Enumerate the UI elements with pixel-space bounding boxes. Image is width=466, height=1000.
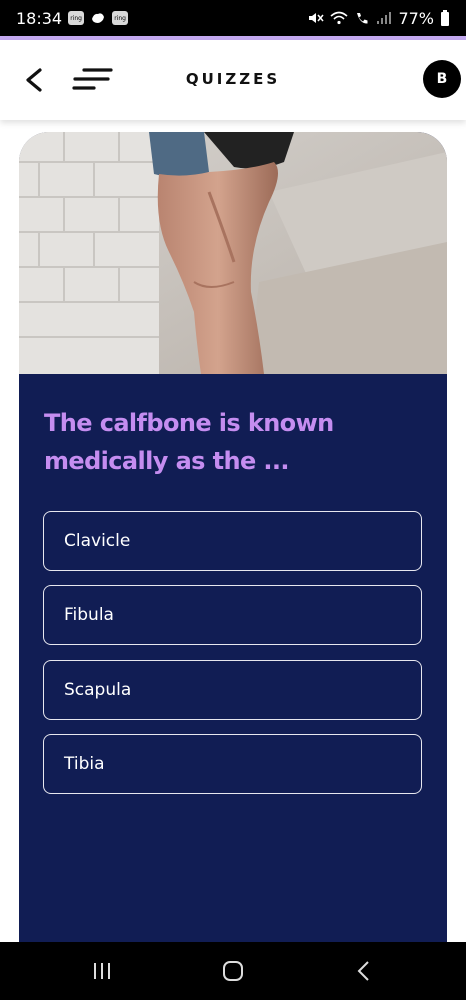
android-back-icon [357, 961, 369, 981]
home-icon [223, 961, 243, 981]
wifi-icon [330, 11, 348, 25]
system-back-button[interactable] [352, 959, 376, 988]
answer-option-scapula[interactable]: Scapula [43, 660, 422, 720]
ring-app-icon-2: ring [112, 11, 129, 25]
signal-icon [377, 12, 392, 24]
system-nav-bar [0, 942, 466, 1000]
battery-percent: 77% [398, 8, 434, 28]
pet-app-icon [92, 13, 105, 23]
quiz-photo [19, 132, 447, 374]
status-right: 77% [308, 9, 450, 28]
status-left: 18:34 ring ring [16, 8, 129, 28]
status-bar: 18:34 ring ring 77% [0, 0, 466, 36]
quiz-card: The calfbone is known medically as the .… [19, 132, 447, 942]
home-button[interactable] [221, 959, 245, 988]
status-time: 18:34 [16, 8, 63, 28]
mute-icon [309, 13, 325, 23]
page-title: QUIZZES [185, 70, 281, 88]
avatar[interactable]: B [423, 60, 461, 98]
wifi-calling-icon [357, 13, 368, 24]
ring-app-icon: ring [68, 11, 85, 25]
recents-button[interactable] [90, 959, 114, 988]
answer-option-clavicle[interactable]: Clavicle [43, 511, 422, 571]
answer-option-tibia[interactable]: Tibia [43, 734, 422, 794]
app-header: QUIZZES B [0, 40, 466, 120]
recents-icon [94, 963, 110, 979]
question-text: The calfbone is known medically as the .… [44, 409, 334, 475]
answer-option-fibula[interactable]: Fibula [43, 585, 422, 645]
battery-icon [441, 10, 449, 26]
